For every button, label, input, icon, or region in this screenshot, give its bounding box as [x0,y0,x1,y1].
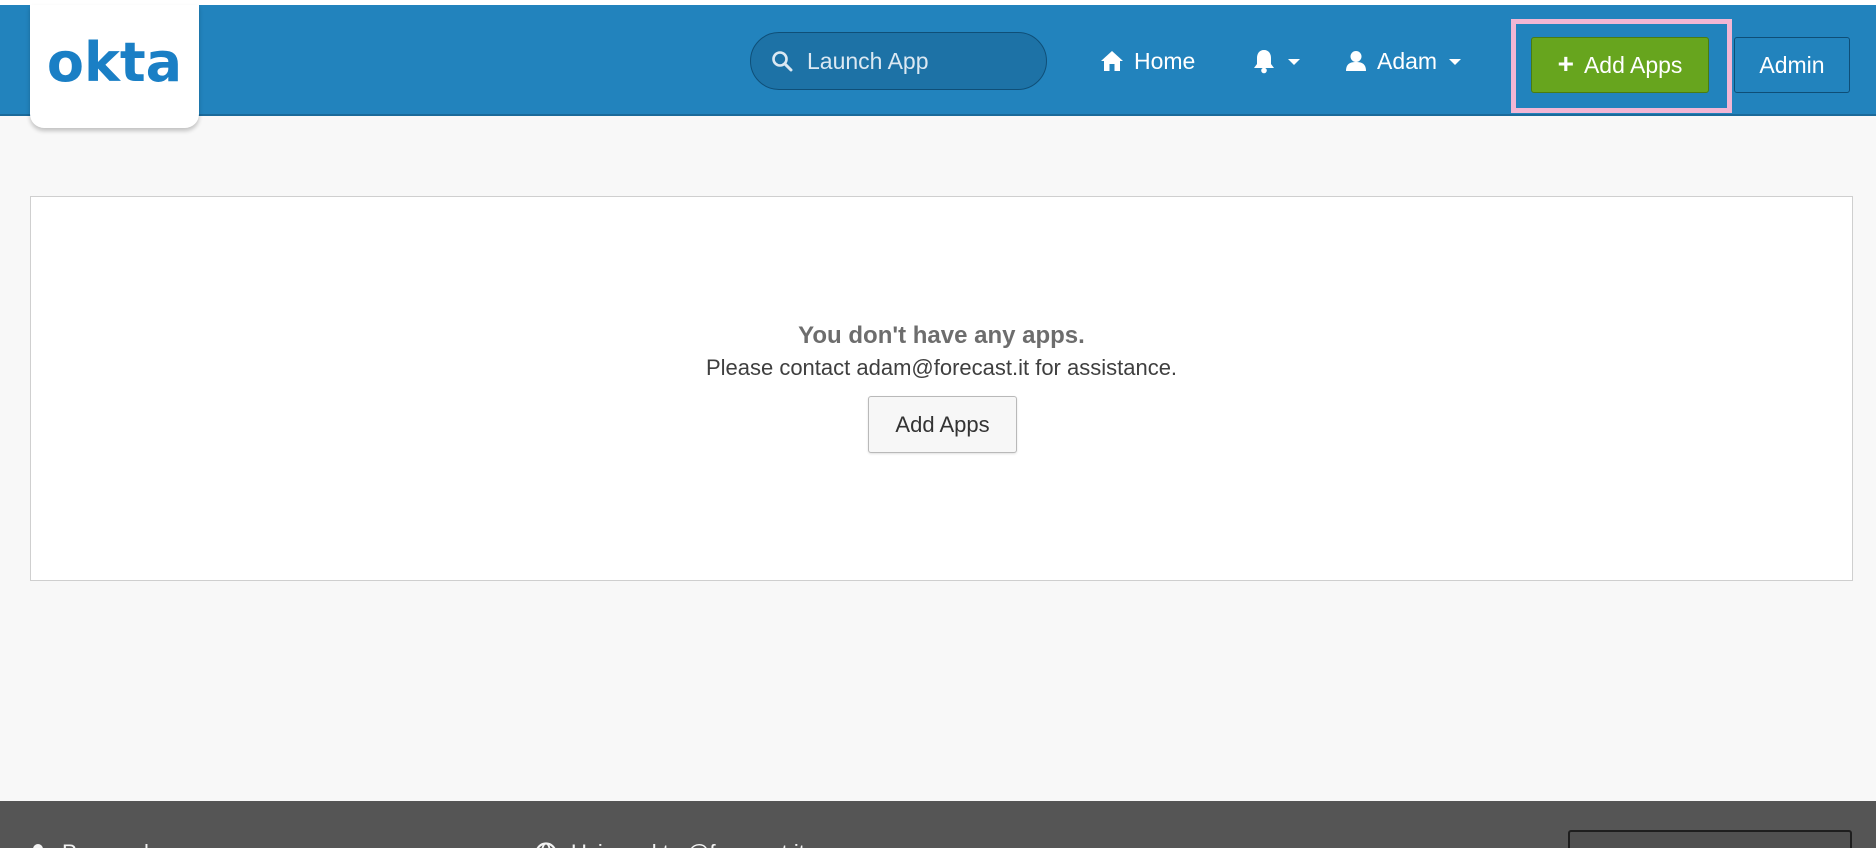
plus-icon: + [1557,47,1574,79]
top-navbar: okta Launch App Home Adam + Add Apps Adm… [0,5,1876,128]
home-label: Home [1134,47,1196,74]
add-apps-label: Add Apps [1583,51,1683,78]
empty-state-title: You don't have any apps. [798,322,1085,349]
chevron-down-icon [1288,59,1300,65]
logo-tab[interactable]: okta [30,5,199,128]
bell-icon [1254,50,1274,74]
home-icon [1101,51,1123,71]
user-icon [1346,51,1366,71]
notifications-menu[interactable] [1252,38,1300,84]
apps-panel: You don't have any apps. Please contact … [30,196,1853,581]
globe-icon [536,842,556,848]
footer-org-label: Using .okta.@forecast.it [571,840,805,848]
chevron-down-icon [1449,59,1462,65]
admin-label: Admin [1759,51,1825,78]
add-apps-secondary-button[interactable]: Add Apps [868,396,1017,453]
user-menu[interactable]: Adam [1345,38,1462,84]
add-apps-button[interactable]: + Add Apps [1531,37,1709,93]
home-link[interactable]: Home [1100,38,1195,84]
footer-personal-label: Personal [62,840,149,848]
user-name: Adam [1377,47,1438,74]
empty-state-message: Please contact adam@forecast.it for assi… [705,355,1178,380]
user-icon [33,844,43,848]
footer-personal[interactable]: Personal [28,840,149,848]
add-apps-secondary-label: Add Apps [895,411,990,437]
search-placeholder: Launch App [807,47,929,74]
okta-logo: okta [46,31,183,94]
footer-bar: Personal Using .okta.@forecast.it [0,801,1876,848]
search-icon [772,51,793,72]
footer-button[interactable] [1568,830,1852,848]
launch-app-search[interactable]: Launch App [750,32,1047,90]
footer-org[interactable]: Using .okta.@forecast.it [535,840,805,848]
admin-button[interactable]: Admin [1734,37,1850,93]
